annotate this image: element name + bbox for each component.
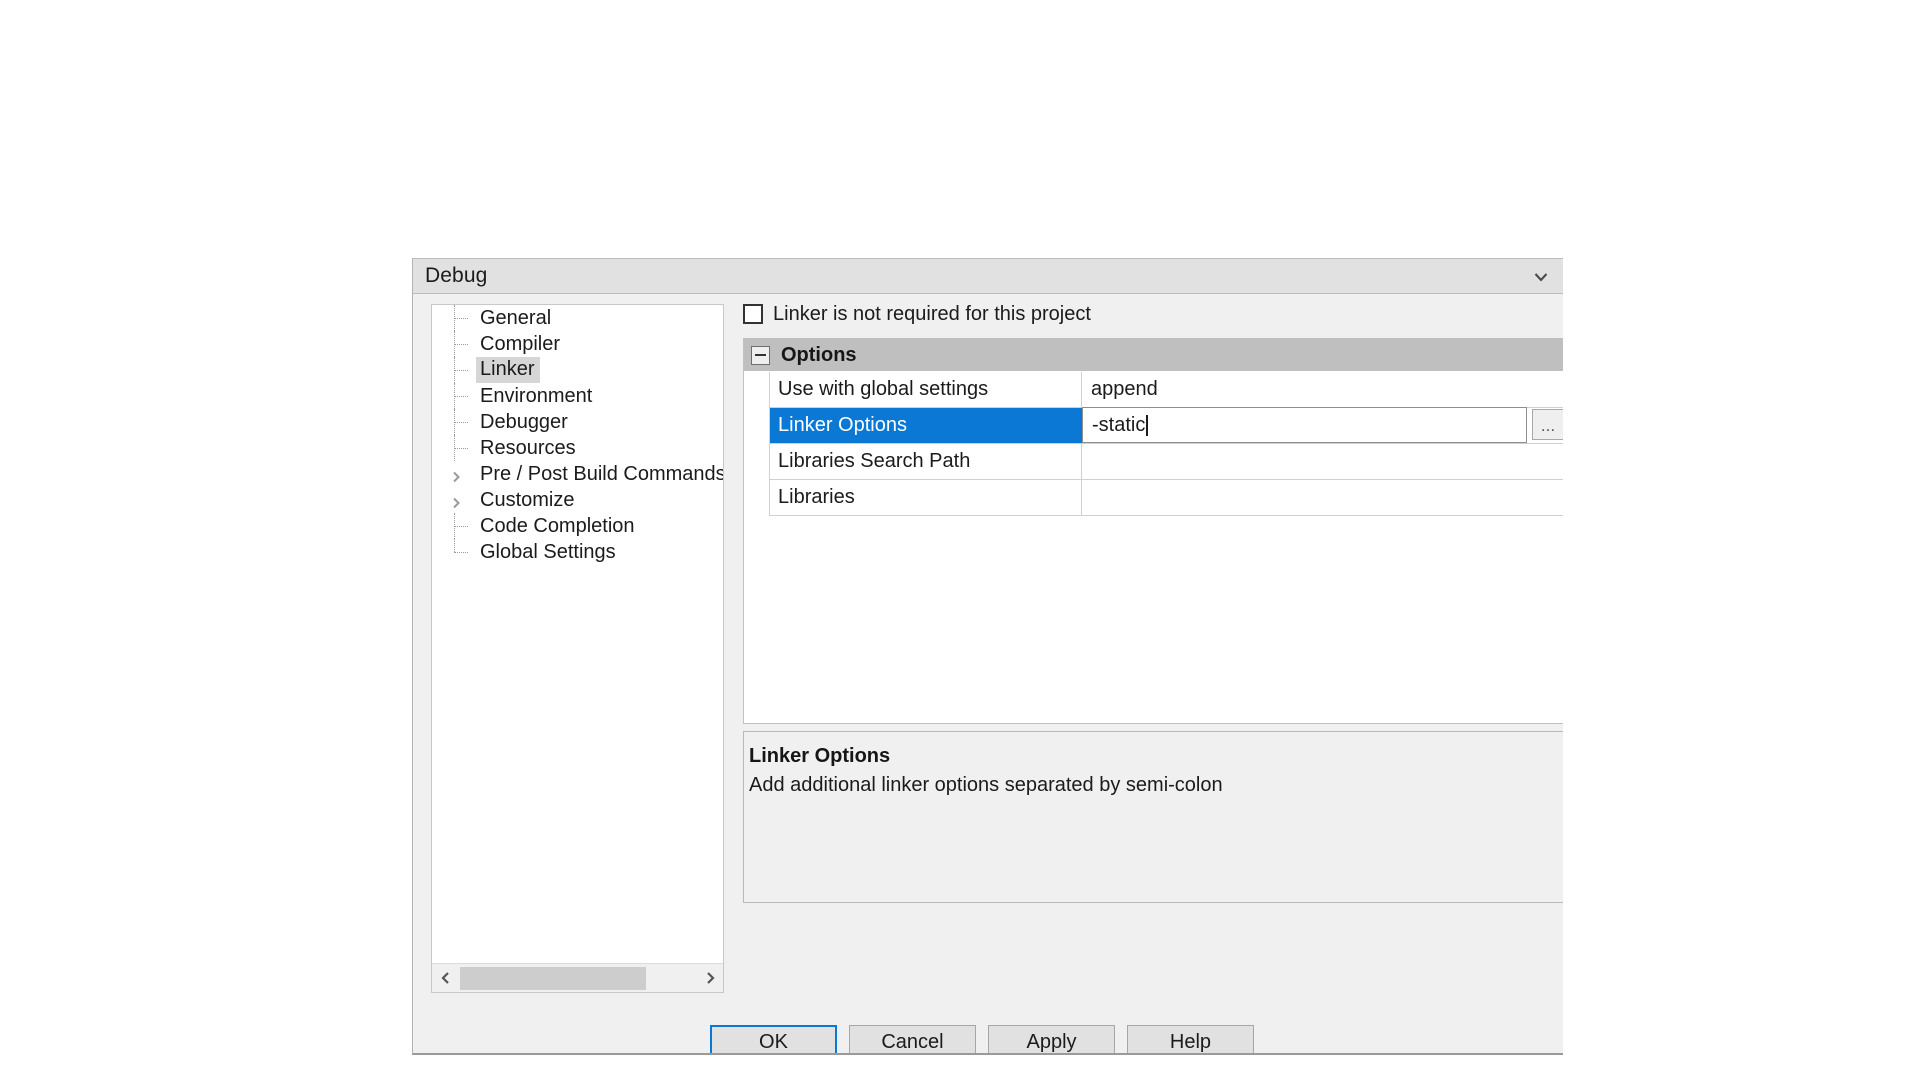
tree-item-label: Code Completion: [480, 514, 635, 537]
tree-item-general[interactable]: General: [432, 305, 723, 331]
browse-button[interactable]: ...: [1532, 409, 1563, 440]
text-caret: [1146, 414, 1149, 436]
tree-item-label: Resources: [480, 436, 576, 459]
tree-item-global-settings[interactable]: Global Settings: [432, 539, 723, 565]
ok-button[interactable]: OK: [710, 1025, 837, 1053]
target-selector-value: Debug: [425, 264, 488, 287]
tree-item-label: Global Settings: [480, 540, 616, 563]
tree-item-label: Environment: [480, 384, 593, 407]
scrollbar-track[interactable]: [646, 967, 696, 990]
property-value[interactable]: [1082, 480, 1563, 515]
chevron-right-icon[interactable]: [696, 965, 723, 992]
options-group-header[interactable]: Options: [744, 339, 1563, 371]
tree-guide: [450, 383, 478, 409]
options-property-grid: Options Use with global settings append Li…: [743, 338, 1563, 724]
property-row[interactable]: Libraries: [769, 480, 1563, 516]
target-selector-combobox[interactable]: Debug: [413, 258, 1563, 294]
property-value[interactable]: [1082, 444, 1563, 479]
linker-not-required-checkbox-row[interactable]: Linker is not required for this project: [743, 301, 1091, 327]
tree-item-resources[interactable]: Resources: [432, 435, 723, 461]
help-button[interactable]: Help: [1127, 1025, 1254, 1053]
tree-guide: [450, 409, 478, 435]
tree-item-code-completion[interactable]: Code Completion: [432, 513, 723, 539]
property-row[interactable]: Linker Options -static...: [769, 407, 1563, 444]
scrollbar-thumb[interactable]: [460, 966, 646, 990]
property-name[interactable]: Libraries: [770, 480, 1082, 515]
property-row[interactable]: Libraries Search Path: [769, 444, 1563, 480]
description-text: Add additional linker options separated …: [749, 774, 1223, 796]
property-value[interactable]: append: [1082, 372, 1563, 407]
tree-item-environment[interactable]: Environment: [432, 383, 723, 409]
dialog-footer: OK Cancel Apply Help: [413, 1025, 1563, 1053]
tree-item-customize[interactable]: Customize: [432, 487, 723, 513]
tree-guide: [450, 539, 478, 565]
tree-item-compiler[interactable]: Compiler: [432, 331, 723, 357]
linker-options-input[interactable]: -static: [1082, 407, 1527, 443]
tree-item-label: Customize: [480, 488, 575, 511]
tree-item-label: Pre / Post Build Commands: [480, 462, 723, 485]
tree-guide: [450, 357, 478, 383]
chevron-right-icon[interactable]: [449, 467, 463, 483]
project-build-options-dialog: Debug General Compiler Linker Environment De…: [412, 258, 1563, 1055]
property-name[interactable]: Libraries Search Path: [770, 444, 1082, 479]
tree-item-debugger[interactable]: Debugger: [432, 409, 723, 435]
settings-tree[interactable]: General Compiler Linker Environment Debugger…: [432, 305, 723, 963]
cancel-button[interactable]: Cancel: [849, 1025, 976, 1053]
property-name[interactable]: Linker Options: [770, 408, 1082, 443]
tree-guide: [450, 331, 478, 357]
description-pane: Linker Options Add additional linker opt…: [743, 731, 1563, 903]
tree-item-linker[interactable]: Linker: [432, 357, 723, 383]
options-rows: Use with global settings append Linker Opt…: [769, 372, 1563, 723]
minus-box-icon[interactable]: [751, 345, 770, 365]
linker-options-input-value: -static: [1092, 413, 1146, 436]
description-title: Linker Options: [749, 745, 891, 767]
tree-item-label: Linker: [476, 357, 541, 383]
chevron-left-icon[interactable]: [432, 965, 459, 992]
chevron-down-icon: [1532, 268, 1550, 286]
settings-tree-panel: General Compiler Linker Environment Debugger…: [431, 304, 724, 993]
tree-expander[interactable]: [450, 487, 478, 513]
tree-item-label: General: [480, 306, 552, 329]
tree-horizontal-scrollbar[interactable]: [432, 963, 723, 992]
tree-guide: [450, 435, 478, 461]
property-row[interactable]: Use with global settings append: [769, 372, 1563, 408]
property-value-editor: -static...: [1082, 407, 1563, 443]
linker-settings-pane: Linker is not required for this project …: [743, 294, 1563, 1025]
checkbox-unchecked-icon[interactable]: [743, 304, 763, 324]
tree-item-label: Compiler: [480, 332, 561, 355]
tree-expander[interactable]: [450, 461, 478, 487]
tree-item-pre-post-build-commands[interactable]: Pre / Post Build Commands: [432, 461, 723, 487]
tree-item-label: Debugger: [480, 410, 568, 433]
dialog-body: General Compiler Linker Environment Debugger…: [413, 294, 1563, 1025]
tree-guide: [450, 305, 478, 331]
options-group-title: Options: [781, 343, 857, 366]
chevron-right-icon[interactable]: [449, 493, 463, 509]
apply-button[interactable]: Apply: [988, 1025, 1115, 1053]
linker-not-required-label: Linker is not required for this project: [773, 302, 1091, 325]
property-name[interactable]: Use with global settings: [770, 372, 1082, 407]
tree-guide: [450, 513, 478, 539]
